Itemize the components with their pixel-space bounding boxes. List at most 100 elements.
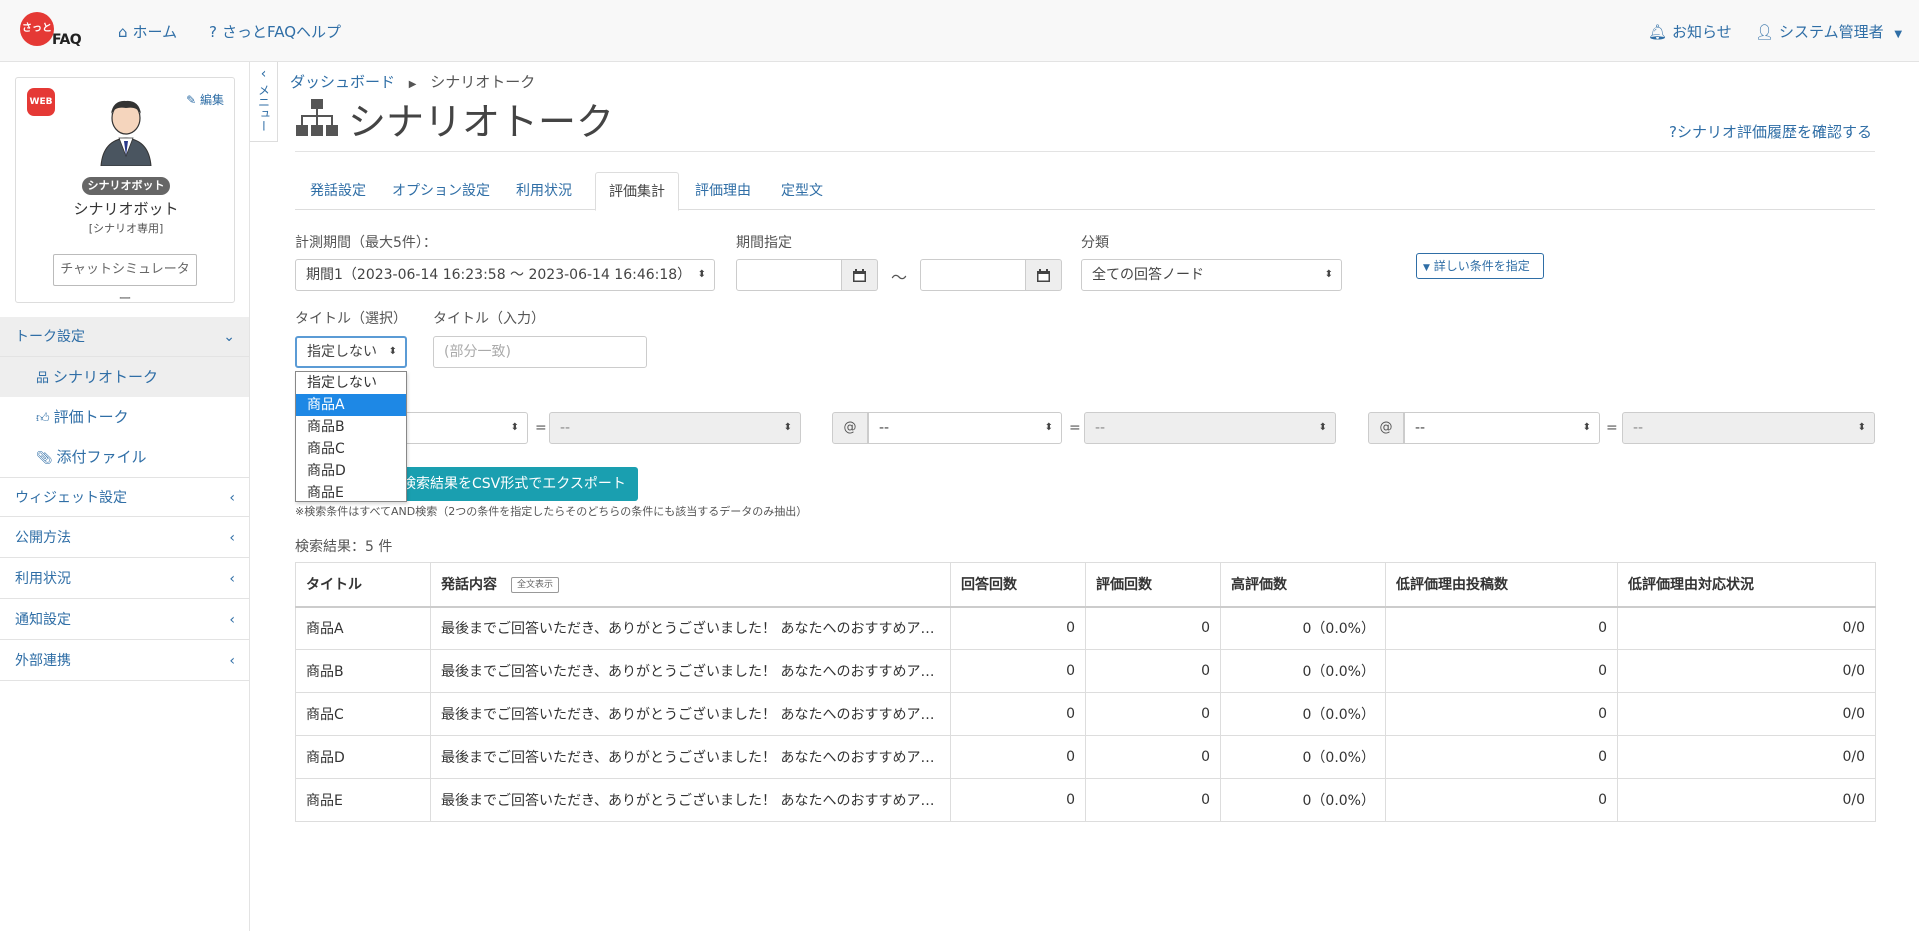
sidebar-item-rating-talk[interactable]: 👍︎ 評価トーク [0,397,249,437]
category-select[interactable]: 全ての回答ノード ⬍ [1081,259,1342,291]
cell-high-rating: 0（0.0%） [1220,692,1386,736]
question-circle-icon: ? [1669,123,1677,141]
cell-rating-count: 0 [1085,649,1221,693]
caret-down-icon: ▼ [1894,29,1903,40]
sidebar-item-label: 通知設定 [15,612,71,628]
paperclip-icon: 📎︎ [36,451,53,466]
dropdown-option[interactable]: 商品B [296,416,406,438]
condition-2-field-select[interactable]: -- ⬍ [868,412,1062,444]
app-logo[interactable]: さっと FAQ [20,12,88,52]
tab-usage[interactable]: 利用状況 [501,172,587,210]
dropdown-option[interactable]: 商品D [296,460,406,482]
sidebar-item-external-integration[interactable]: 外部連携 ‹ [0,641,249,681]
cell-title: 商品B [295,649,431,693]
edit-link[interactable]: ✎ 編集 [186,91,224,108]
nav-user-menu[interactable]: 👤︎ システム管理者 ▼ [1755,21,1902,42]
select-caret-icon: ⬍ [1044,422,1053,433]
header-rating-count: 評価回数 [1085,562,1221,608]
cell-rating-count: 0 [1085,692,1221,736]
cell-title: 商品E [295,778,431,822]
title-divider [295,151,1875,152]
nav-notifications-label: お知らせ [1672,23,1732,41]
chevron-left-icon: ‹ [229,653,235,669]
sidebar-item-notification-settings[interactable]: 通知設定 ‹ [0,600,249,640]
select-caret-icon: ⬍ [1324,269,1333,280]
chevron-left-icon: ‹ [229,530,235,546]
table-row: 商品E 最後までご回答いただき、ありがとうございました！ あなたへのおすすめア… 0… [295,778,1876,822]
cell-speech: 最後までご回答いただき、ありがとうございました！ あなたへのおすすめア… [430,692,951,736]
tab-bar: 発話設定 オプション設定 利用状況 評価集計 評価理由 定型文 [295,172,1875,211]
period-select[interactable]: 期間1（2023-06-14 16:23:58 〜 2023-06-14 16:… [295,259,715,291]
tab-rating-summary[interactable]: 評価集計 [595,172,679,211]
range-end-calendar-button[interactable] [1026,259,1062,291]
condition-3-at-addon: @ [1368,412,1404,444]
cell-speech: 最後までご回答いただき、ありがとうございました！ あなたへのおすすめア… [430,606,951,650]
rating-history-link[interactable]: ?シナリオ評価履歴を確認する [1669,121,1872,142]
condition-3-field-select[interactable]: -- ⬍ [1404,412,1600,444]
cell-low-reason-posts: 0 [1385,735,1618,779]
cell-speech: 最後までご回答いただき、ありがとうございました！ あなたへのおすすめア… [430,649,951,693]
title-input-label: タイトル（入力） [433,311,545,327]
header-high-rating: 高評価数 [1220,562,1386,608]
breadcrumb-dashboard-link[interactable]: ダッシュボード [290,73,395,91]
nav-home-link[interactable]: ⌂ ホーム [118,21,177,42]
condition-1-field-select[interactable]: ⬍ [400,412,528,444]
csv-export-button[interactable]: 検索結果をCSV形式でエクスポート [396,467,638,501]
results-table: タイトル 発話内容 全文表示 回答回数 評価回数 高評価数 低評価理由投稿数 低評… [295,562,1876,822]
range-start-calendar-button[interactable] [842,259,878,291]
cell-low-reason-posts: 0 [1385,778,1618,822]
category-label: 分類 [1081,235,1109,251]
range-end-input[interactable] [920,259,1026,291]
sidebar-item-attachments[interactable]: 📎︎ 添付ファイル [0,437,249,477]
bot-profile-card: WEB ✎ 編集 シナリオボット シナリオボット [シナリオ専用] チャットシミ… [15,77,235,307]
cell-low-reason-posts: 0 [1385,649,1618,693]
chat-simulator-button[interactable]: チャットシミュレーター [53,254,197,307]
page-title-text: シナリオトーク [348,99,615,144]
sidebar-item-publish-method[interactable]: 公開方法 ‹ [0,518,249,558]
result-count: 検索結果：5 件 [295,539,393,555]
tab-option-settings[interactable]: オプション設定 [381,172,501,210]
edit-label: 編集 [199,93,224,107]
cell-speech: 最後までご回答いただき、ありがとうございました！ あなたへのおすすめア… [430,778,951,822]
tab-speech-settings[interactable]: 発話設定 [295,172,381,210]
sidebar-item-scenario-talk[interactable]: 品シナリオトーク [0,357,249,397]
sidebar-item-label: 外部連携 [15,653,71,669]
bell-icon: 🔔︎ [1648,23,1668,41]
cell-answer-count: 0 [950,606,1086,650]
top-navbar: さっと FAQ ⌂ ホーム ? さっとFAQヘルプ 🔔︎ お知らせ 👤︎ システム管理者… [0,0,1919,62]
tab-rating-reason[interactable]: 評価理由 [679,172,767,210]
nav-help-link[interactable]: ? さっとFAQヘルプ [209,21,341,42]
nav-notifications-link[interactable]: 🔔︎ お知らせ [1648,21,1732,42]
condition-2-value: -- [1095,420,1106,436]
condition-1-value: -- [560,420,571,436]
condition-2-at-addon: @ [832,412,868,444]
dropdown-option[interactable]: 商品C [296,438,406,460]
detail-conditions-button[interactable]: ▼ 詳しい条件を指定 [1416,253,1544,279]
cell-high-rating: 0（0.0%） [1220,735,1386,779]
sidebar-item-talk-settings[interactable]: トーク設定 ⌄ [0,317,249,357]
menu-collapse-toggle[interactable]: ‹ メニュー [250,62,278,142]
cell-low-reason-posts: 0 [1385,606,1618,650]
dropdown-option[interactable]: 指定しない [296,372,406,394]
condition-2-value-select[interactable]: -- ⬍ [1084,412,1336,444]
sidebar-item-usage[interactable]: 利用状況 ‹ [0,559,249,599]
title-select[interactable]: 指定しない ⬍ [295,336,407,368]
header-low-reason-status: 低評価理由対応状況 [1617,562,1876,608]
table-header-row: タイトル 発話内容 全文表示 回答回数 評価回数 高評価数 低評価理由投稿数 低評… [295,562,1876,608]
condition-1-value-select[interactable]: -- ⬍ [549,412,801,444]
header-answer-count: 回答回数 [950,562,1086,608]
dropdown-option[interactable]: 商品E [296,482,406,504]
title-input[interactable]: (部分一致) [433,336,647,368]
range-start-input[interactable] [736,259,842,291]
sitemap-icon [296,99,338,136]
cell-high-rating: 0（0.0%） [1220,606,1386,650]
menu-toggle-label: メニュー [256,84,271,132]
logo-mark: さっと [20,12,54,46]
bot-subtitle: [シナリオ専用] [88,222,164,235]
sidebar-item-widget-settings[interactable]: ウィジェット設定 ‹ [0,477,249,517]
fulltext-toggle-button[interactable]: 全文表示 [511,577,560,594]
select-caret-icon: ⬍ [1582,422,1591,433]
condition-3-value-select[interactable]: -- ⬍ [1622,412,1875,444]
tab-templates[interactable]: 定型文 [767,172,837,210]
dropdown-option-highlighted[interactable]: 商品A [296,394,406,416]
